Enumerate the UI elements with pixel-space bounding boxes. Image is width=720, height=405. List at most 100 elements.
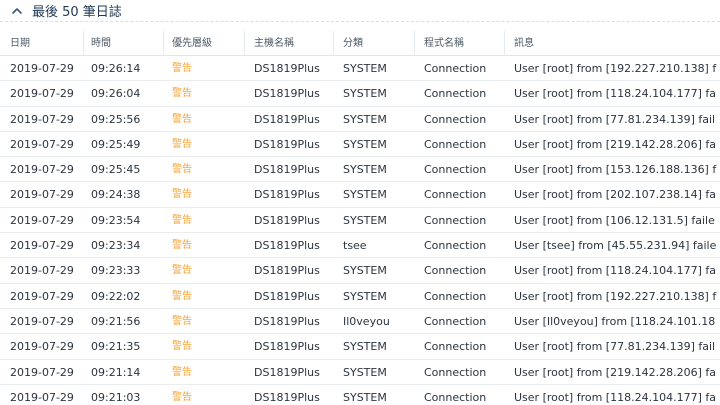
log-time-cell: 09:23:33 [91,264,141,278]
log-message-cell: User [root] from [106.12.131.5] faile [514,213,715,227]
log-category-cell: SYSTEM [343,289,387,303]
log-host-cell: DS1819Plus [254,340,320,354]
table-row[interactable]: 2019-07-29 09:26:04 警告 DS1819Plus SYSTEM Conn… [0,81,720,107]
log-category-cell: SYSTEM [343,340,387,354]
log-message-cell: User [root] from [118.24.104.177] fa [514,390,716,404]
log-host-cell: DS1819Plus [254,163,320,177]
log-level-cell: 警告 [172,341,192,353]
column-header-time[interactable]: 時間 [91,31,164,56]
column-header-host[interactable]: 主機名稱 [254,31,334,56]
log-category-cell: SYSTEM [343,264,387,278]
log-time-cell: 09:26:04 [91,87,141,101]
log-category-cell: tsee [343,239,367,253]
log-program-cell: Connection [424,340,487,354]
log-level-cell: 警告 [172,164,192,176]
log-time-cell: 09:21:03 [91,390,141,404]
log-level-cell: 警告 [172,138,192,150]
column-header-message[interactable]: 訊息 [514,31,720,56]
log-program-cell: Connection [424,390,487,404]
table-row[interactable]: 2019-07-29 09:25:45 警告 DS1819Plus SYSTEM Conn… [0,157,720,183]
table-row[interactable]: 2019-07-29 09:23:54 警告 DS1819Plus SYSTEM Conn… [0,208,720,234]
log-table-header: 日期 時間 優先層級 主機名稱 分類 程式名稱 訊息 [0,31,720,56]
log-category-cell: SYSTEM [343,365,387,379]
section-title: 最後 50 筆日誌 [32,5,122,20]
log-level-cell: 警告 [172,240,192,252]
log-category-cell: SYSTEM [343,137,387,151]
log-message-cell: User [root] from [77.81.234.139] fail [514,340,716,354]
log-host-cell: DS1819Plus [254,62,320,75]
log-message-cell: User [root] from [192.227.210.138] f [514,62,717,75]
log-program-cell: Connection [424,163,487,177]
section-header-toggle[interactable]: 最後 50 筆日誌 [0,0,720,22]
log-date-cell: 2019-07-29 [10,340,74,354]
table-row[interactable]: 2019-07-29 09:25:49 警告 DS1819Plus SYSTEM Conn… [0,132,720,158]
log-category-cell: Il0veyou [343,314,390,328]
log-message-cell: User [root] from [219.142.28.206] fa [514,365,716,379]
log-message-cell: User [root] from [118.24.104.177] fa [514,264,716,278]
log-time-cell: 09:21:35 [91,340,141,354]
log-time-cell: 09:23:54 [91,213,141,227]
log-level-cell: 警告 [172,214,192,226]
log-time-cell: 09:25:49 [91,137,141,151]
table-row[interactable]: 2019-07-29 09:23:33 警告 DS1819Plus SYSTEM Conn… [0,258,720,284]
table-row[interactable]: 2019-07-29 09:26:14 警告 DS1819Plus SYSTEM Conn… [0,56,720,82]
log-level-cell: 警告 [172,113,192,125]
log-host-cell: DS1819Plus [254,112,320,126]
log-time-cell: 09:21:14 [91,365,141,379]
log-host-cell: DS1819Plus [254,87,320,101]
log-category-cell: SYSTEM [343,390,387,404]
log-message-cell: User [root] from [192.227.210.138] f [514,289,717,303]
column-header-date[interactable]: 日期 [10,31,84,56]
log-level-cell: 警告 [172,88,192,100]
log-message-cell: User [Il0veyou] from [118.24.101.18 [514,314,716,328]
log-date-cell: 2019-07-29 [10,163,74,177]
log-date-cell: 2019-07-29 [10,264,74,278]
log-host-cell: DS1819Plus [254,314,320,328]
log-date-cell: 2019-07-29 [10,314,74,328]
log-host-cell: DS1819Plus [254,137,320,151]
log-date-cell: 2019-07-29 [10,289,74,303]
log-program-cell: Connection [424,213,487,227]
log-message-cell: User [root] from [77.81.234.139] fail [514,112,716,126]
log-time-cell: 09:21:56 [91,314,141,328]
log-host-cell: DS1819Plus [254,289,320,303]
log-host-cell: DS1819Plus [254,390,320,404]
log-message-cell: User [root] from [118.24.104.177] fa [514,87,716,101]
log-host-cell: DS1819Plus [254,365,320,379]
log-level-cell: 警告 [172,290,192,302]
chevron-up-icon[interactable] [10,4,24,18]
log-category-cell: SYSTEM [343,188,387,202]
table-row[interactable]: 2019-07-29 09:21:03 警告 DS1819Plus SYSTEM Conn… [0,385,720,405]
log-time-cell: 09:22:02 [91,289,141,303]
table-row[interactable]: 2019-07-29 09:24:38 警告 DS1819Plus SYSTEM Conn… [0,182,720,208]
log-message-cell: User [root] from [153.126.188.136] f [514,163,717,177]
table-row[interactable]: 2019-07-29 09:25:56 警告 DS1819Plus SYSTEM Conn… [0,107,720,132]
log-time-cell: 09:23:34 [91,239,141,253]
log-program-cell: Connection [424,239,487,253]
log-level-cell: 警告 [172,189,192,201]
table-row[interactable]: 2019-07-29 09:21:56 警告 DS1819Plus Il0veyou Co… [0,309,720,335]
log-date-cell: 2019-07-29 [10,188,74,202]
log-host-cell: DS1819Plus [254,239,320,253]
log-date-cell: 2019-07-29 [10,137,74,151]
log-level-cell: 警告 [172,265,192,277]
log-date-cell: 2019-07-29 [10,87,74,101]
table-row[interactable]: 2019-07-29 09:22:02 警告 DS1819Plus SYSTEM Conn… [0,284,720,309]
table-row[interactable]: 2019-07-29 09:21:35 警告 DS1819Plus SYSTEM Conn… [0,334,720,360]
log-program-cell: Connection [424,188,487,202]
log-date-cell: 2019-07-29 [10,213,74,227]
log-message-cell: User [root] from [219.142.28.206] fa [514,137,716,151]
column-header-program[interactable]: 程式名稱 [424,31,505,56]
log-category-cell: SYSTEM [343,112,387,126]
log-program-cell: Connection [424,112,487,126]
table-row[interactable]: 2019-07-29 09:23:34 警告 DS1819Plus tsee Connec… [0,233,720,259]
log-host-cell: DS1819Plus [254,213,320,227]
log-program-cell: Connection [424,87,487,101]
column-header-category[interactable]: 分類 [343,31,415,56]
log-level-cell: 警告 [172,366,192,378]
log-category-cell: SYSTEM [343,87,387,101]
table-row[interactable]: 2019-07-29 09:21:14 警告 DS1819Plus SYSTEM Conn… [0,360,720,385]
log-program-cell: Connection [424,289,487,303]
log-time-cell: 09:26:14 [91,62,141,75]
column-header-level[interactable]: 優先層級 [172,31,245,56]
